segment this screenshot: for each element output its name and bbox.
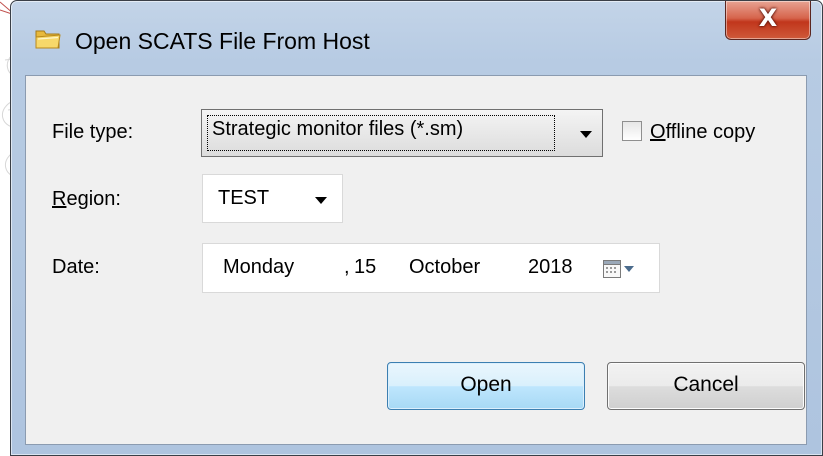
offline-copy-label[interactable]: Offline copy — [650, 121, 755, 144]
window-title: Open SCATS File From Host — [75, 28, 370, 54]
close-icon: X — [758, 4, 778, 32]
close-button[interactable]: X — [725, 1, 811, 40]
dialog-content: File type: Strategic monitor files (*.sm… — [25, 75, 807, 445]
region-label: Region: — [52, 188, 121, 210]
folder-icon — [35, 30, 61, 49]
date-year[interactable]: 2018 — [528, 256, 573, 279]
date-picker[interactable]: Monday , 15 October 2018 — [202, 243, 660, 293]
file-type-value: Strategic monitor files (*.sm) — [212, 118, 464, 140]
file-type-label: File type: — [52, 121, 134, 143]
date-separator: , — [344, 256, 350, 278]
chevron-down-icon — [315, 197, 327, 204]
offline-copy-checkbox[interactable] — [622, 121, 642, 141]
date-label: Date: — [52, 256, 100, 278]
open-button[interactable]: Open — [387, 362, 585, 410]
region-value: TEST — [218, 187, 270, 209]
file-type-dropdown[interactable]: Strategic monitor files (*.sm) — [201, 109, 603, 157]
cancel-button[interactable]: Cancel — [607, 362, 805, 410]
title-bar[interactable]: Open SCATS File From Host X — [11, 1, 822, 73]
chevron-down-icon — [580, 131, 592, 138]
region-dropdown[interactable]: TEST — [202, 174, 343, 223]
date-day[interactable]: 15 — [354, 256, 376, 279]
date-month[interactable]: October — [409, 256, 480, 279]
dialog-window: Open SCATS File From Host X File type: S… — [10, 0, 823, 456]
date-weekday[interactable]: Monday — [223, 256, 294, 279]
calendar-icon[interactable] — [603, 260, 621, 278]
chevron-down-icon[interactable] — [624, 266, 634, 272]
